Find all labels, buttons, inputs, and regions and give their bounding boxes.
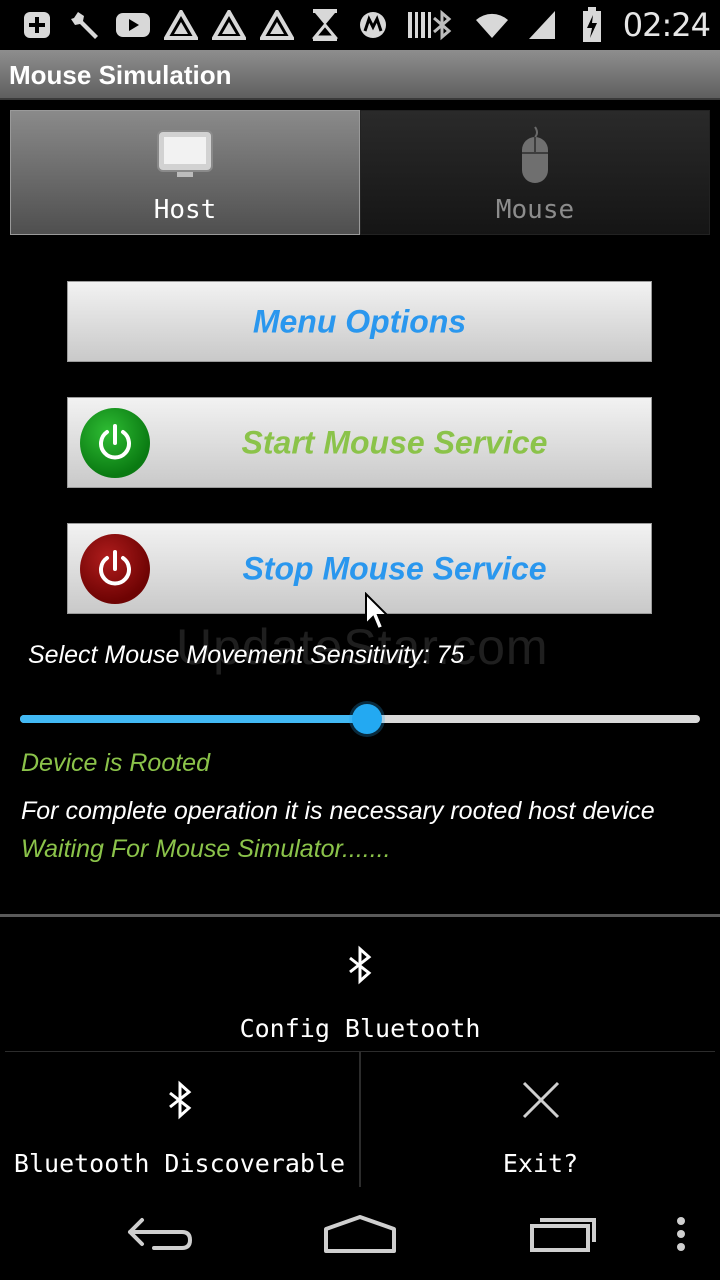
bluetooth-icon: [160, 1080, 200, 1120]
triangle-icon: [258, 6, 296, 44]
status-bar: 02:24: [0, 0, 720, 50]
back-icon[interactable]: [120, 1209, 200, 1259]
app-title-bar: Mouse Simulation: [0, 50, 720, 100]
triangle-icon: [210, 6, 248, 44]
config-bluetooth-label: Config Bluetooth: [239, 1014, 481, 1043]
overflow-menu-icon[interactable]: [664, 1209, 698, 1259]
tab-host[interactable]: Host: [10, 110, 360, 235]
recent-apps-icon[interactable]: [522, 1209, 602, 1259]
sensitivity-label: Select Mouse Movement Sensitivity: 75: [28, 641, 465, 669]
battery-charging-icon: [573, 6, 611, 44]
motorola-icon: [354, 6, 392, 44]
bluetooth-icon: [423, 6, 461, 44]
stop-mouse-service-label: Stop Mouse Service: [242, 550, 547, 586]
sensitivity-slider[interactable]: [20, 704, 700, 734]
slider-thumb[interactable]: [351, 704, 382, 734]
mouse-icon: [505, 125, 565, 185]
tab-host-label: Host: [153, 195, 217, 225]
tab-mouse[interactable]: Mouse: [360, 110, 710, 235]
youtube-icon: [114, 6, 152, 44]
signal-icon: [523, 6, 561, 44]
exit-label: Exit?: [502, 1149, 579, 1178]
close-icon: [521, 1080, 561, 1120]
monitor-icon: [155, 125, 215, 185]
rooted-status: Device is Rooted: [21, 749, 210, 777]
home-icon[interactable]: [320, 1209, 400, 1259]
stop-mouse-service-button[interactable]: Stop Mouse Service: [67, 523, 652, 614]
add-icon: [18, 6, 56, 44]
triangle-icon: [162, 6, 200, 44]
start-mouse-service-label: Start Mouse Service: [241, 424, 548, 460]
menu-options-label: Menu Options: [252, 303, 467, 339]
clock: 02:24: [622, 6, 711, 44]
wrench-icon: [66, 6, 104, 44]
config-bluetooth-menu-item[interactable]: Config Bluetooth: [0, 917, 720, 1051]
bluetooth-discoverable-label: Bluetooth Discoverable: [13, 1149, 346, 1178]
exit-menu-item[interactable]: Exit?: [361, 1052, 720, 1187]
bluetooth-icon: [340, 945, 380, 985]
navigation-bar: [0, 1187, 720, 1280]
wifi-icon: [473, 6, 511, 44]
mouse-cursor-icon: [364, 591, 390, 637]
start-mouse-service-button[interactable]: Start Mouse Service: [67, 397, 652, 488]
tab-mouse-label: Mouse: [495, 195, 575, 225]
slider-fill: [20, 715, 367, 723]
tab-bar: Host Mouse: [10, 110, 710, 235]
app-title: Mouse Simulation: [9, 60, 232, 90]
menu-options-button[interactable]: Menu Options: [67, 281, 652, 362]
info-text: For complete operation it is necessary r…: [21, 797, 655, 825]
hourglass-icon: [306, 6, 344, 44]
waiting-status: Waiting For Mouse Simulator.......: [21, 835, 391, 863]
bluetooth-discoverable-menu-item[interactable]: Bluetooth Discoverable: [0, 1052, 359, 1187]
